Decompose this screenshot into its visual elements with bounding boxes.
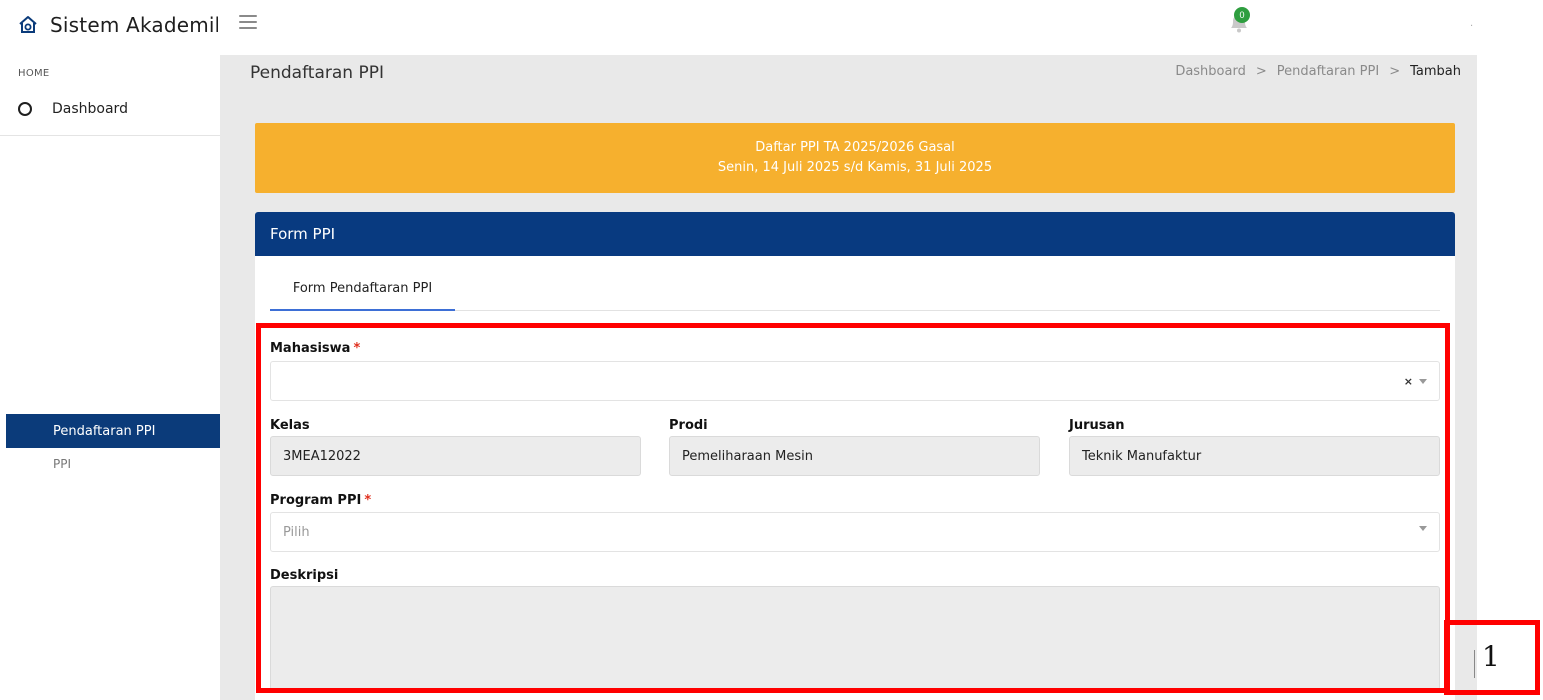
program-ppi-label: Program PPI * [270,493,371,508]
sidebar-divider [0,135,220,136]
brand[interactable]: Sistem Akademik [18,10,218,40]
breadcrumb-separator: > [1389,64,1401,79]
select-controls [1419,526,1427,531]
breadcrumb-separator: > [1255,64,1267,79]
sidebar-item-label: Pendaftaran PPI [53,423,156,439]
sidebar-section-home: HOME [18,68,50,79]
program-ppi-select[interactable]: Pilih [270,512,1440,552]
breadcrumb: Dashboard > Pendaftaran PPI > Tambah [1175,64,1461,79]
sidebar: HOME Dashboard Pendaftaran PPI PPI [0,55,220,700]
registration-form: Mahasiswa * × Kelas 3MEA12022 Prodi Pemel… [255,212,1455,700]
required-mark: * [353,341,361,356]
page-title: Pendaftaran PPI [250,63,384,83]
breadcrumb-current: Tambah [1410,64,1461,79]
sidebar-item-ppi[interactable]: PPI [53,457,71,471]
home-logo-icon [18,14,38,36]
required-mark: * [364,493,372,508]
hamburger-icon[interactable] [239,15,257,29]
sidebar-item-dashboard[interactable]: Dashboard [18,98,128,120]
jurusan-value: Teknik Manufaktur [1082,448,1202,464]
top-navbar: Sistem Akademik 0 . [0,0,1543,55]
banner-dates: Senin, 14 Juli 2025 s/d Kamis, 31 Juli 2… [717,160,993,175]
sidebar-item-pendaftaran-ppi[interactable]: Pendaftaran PPI [6,414,220,448]
banner-title: Daftar PPI TA 2025/2026 Gasal [755,140,955,155]
breadcrumb-dashboard[interactable]: Dashboard [1175,64,1246,79]
notification-badge: 0 [1234,7,1250,23]
chevron-down-icon[interactable] [1419,379,1427,384]
prodi-label: Prodi [669,418,708,433]
prodi-value: Pemeliharaan Mesin [682,448,813,464]
registration-period-banner: Daftar PPI TA 2025/2026 Gasal Senin, 14 … [255,123,1455,193]
app-title: Sistem Akademik [50,13,218,37]
annotation-tick [1474,650,1475,678]
main-content: Pendaftaran PPI Dashboard > Pendaftaran … [220,55,1477,700]
select-controls: × [1404,375,1427,388]
user-menu[interactable]: . [1470,18,1473,29]
breadcrumb-pendaftaran-ppi[interactable]: Pendaftaran PPI [1277,64,1379,79]
mahasiswa-label-text: Mahasiswa [270,341,351,356]
mahasiswa-select[interactable]: × [270,361,1440,401]
kelas-label: Kelas [270,418,310,433]
deskripsi-textarea[interactable] [270,586,1440,690]
kelas-value: 3MEA12022 [283,448,361,464]
sidebar-item-label: Dashboard [52,101,128,117]
chevron-down-icon[interactable] [1419,526,1427,531]
kelas-field[interactable]: 3MEA12022 [270,436,641,476]
deskripsi-label: Deskripsi [270,568,339,583]
jurusan-label: Jurusan [1069,418,1125,433]
clear-icon[interactable]: × [1404,375,1413,388]
program-ppi-label-text: Program PPI [270,493,362,508]
annotation-number: 1 [1482,640,1500,673]
mahasiswa-label: Mahasiswa * [270,341,360,356]
circle-icon [18,102,32,116]
form-card: Form PPI Form Pendaftaran PPI Mahasiswa *… [255,212,1455,700]
prodi-field[interactable]: Pemeliharaan Mesin [669,436,1040,476]
program-ppi-placeholder: Pilih [283,524,310,540]
jurusan-field[interactable]: Teknik Manufaktur [1069,436,1440,476]
